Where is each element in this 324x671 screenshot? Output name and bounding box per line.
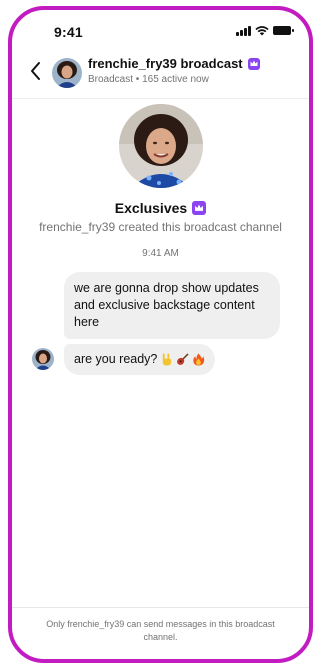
crown-icon <box>247 57 260 70</box>
crown-icon <box>192 201 207 215</box>
channel-created-text: frenchie_fry39 created this broadcast ch… <box>39 220 282 234</box>
cellular-signal-icon <box>236 26 251 36</box>
status-icons <box>236 26 294 36</box>
status-time: 9:41 <box>54 24 83 40</box>
message-bubble[interactable]: are you ready? <box>64 344 216 375</box>
rock-on-hand-icon <box>163 353 172 366</box>
message-bubble[interactable]: we are gonna drop show updates and exclu… <box>64 272 280 339</box>
header-subtitle: Broadcast • 165 active now <box>88 74 209 85</box>
chevron-left-icon[interactable] <box>26 59 46 83</box>
status-bar: 9:41 <box>12 10 309 50</box>
broadcast-footer: Only frenchie_fry39 can send messages in… <box>12 607 309 659</box>
battery-icon <box>273 26 294 35</box>
phone-frame: 9:41 frenchie_fry39 broadcast Broadcast … <box>8 6 313 663</box>
header-title: frenchie_fry39 broadcast <box>88 56 243 71</box>
message-text: are you ready? <box>74 352 158 366</box>
guitar-icon <box>177 353 189 365</box>
fire-icon <box>193 353 205 366</box>
channel-avatar[interactable] <box>118 104 203 188</box>
footer-notice: Only frenchie_fry39 can send messages in… <box>46 619 275 642</box>
wifi-icon <box>255 26 269 36</box>
message-timestamp: 9:41 AM <box>142 248 179 259</box>
message-text: we are gonna drop show updates and exclu… <box>74 281 259 329</box>
chat-header: frenchie_fry39 broadcast Broadcast • 165… <box>12 50 309 99</box>
header-title-row[interactable]: frenchie_fry39 broadcast <box>88 56 260 71</box>
sender-avatar[interactable] <box>32 348 54 370</box>
channel-name-row: Exclusives <box>12 200 309 216</box>
channel-name: Exclusives <box>114 200 188 216</box>
header-avatar[interactable] <box>52 58 82 88</box>
channel-profile: Exclusives frenchie_fry39 created this b… <box>12 104 309 234</box>
